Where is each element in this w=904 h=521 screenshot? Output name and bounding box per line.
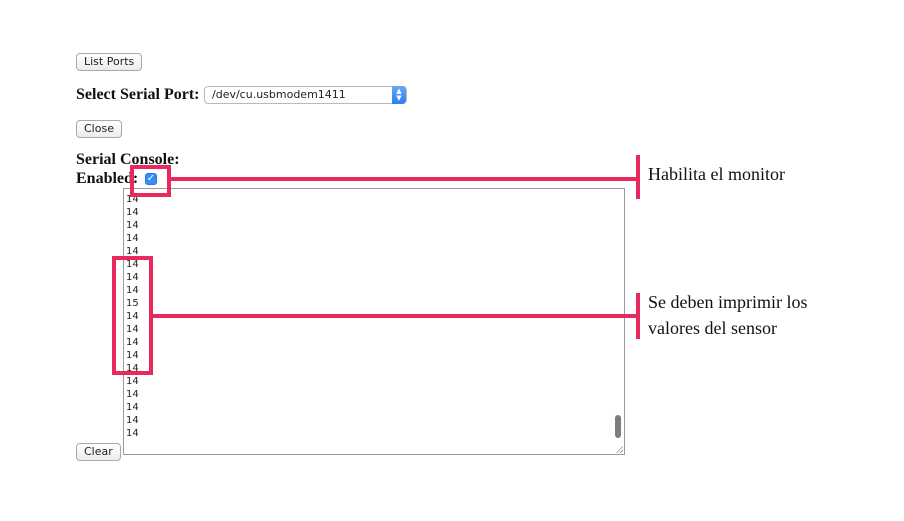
- console-line: 14: [126, 220, 139, 231]
- sensor-connector-line: [153, 314, 637, 318]
- console-line: 14: [126, 233, 139, 244]
- serial-console-textarea[interactable]: 14 14 14 14 14 14 14 14 15 14 14 14 14 14 14 14 14 14 14: [123, 188, 625, 455]
- console-line: 14: [126, 389, 139, 400]
- select-serial-port-label: Select Serial Port:: [76, 86, 200, 103]
- console-line: 14: [126, 207, 139, 218]
- select-arrows-icon: ▲ ▼: [392, 86, 406, 104]
- list-ports-button[interactable]: List Ports: [76, 53, 143, 71]
- monitor-bracket: [636, 155, 640, 199]
- console-line: 14: [126, 428, 139, 439]
- serial-port-value: /dev/cu.usbmodem1411: [212, 88, 346, 101]
- sensor-bracket: [636, 293, 640, 339]
- sensor-annotation: Se deben imprimir los valores del sensor: [648, 289, 807, 341]
- sensor-values-highlight-box: [112, 256, 153, 375]
- sensor-annotation-line-1: Se deben imprimir los: [648, 292, 808, 312]
- clear-button[interactable]: Clear: [76, 443, 121, 461]
- resize-grip-icon[interactable]: [615, 445, 623, 453]
- sensor-annotation-line-2: valores del sensor: [648, 318, 777, 338]
- console-line: 14: [126, 402, 139, 413]
- console-line: 14: [126, 415, 139, 426]
- checkbox-connector-line: [171, 177, 637, 181]
- checkbox-highlight-box: [130, 165, 171, 197]
- scrollbar-thumb[interactable]: [615, 415, 621, 438]
- close-button[interactable]: Close: [76, 120, 122, 138]
- monitor-annotation: Habilita el monitor: [648, 164, 785, 184]
- console-line: 14: [126, 376, 139, 387]
- serial-port-select[interactable]: /dev/cu.usbmodem1411 ▲ ▼: [204, 86, 407, 104]
- enabled-label: Enabled:: [76, 170, 139, 187]
